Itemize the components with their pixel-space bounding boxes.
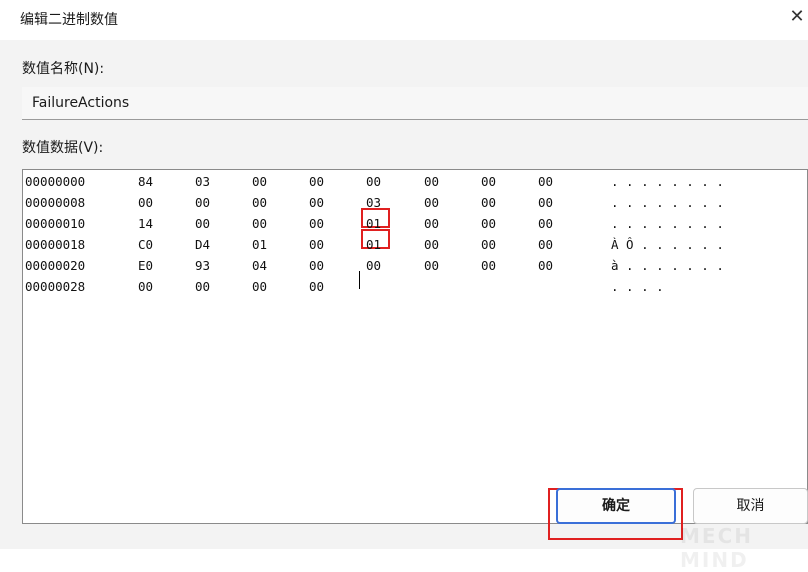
hex-byte: 00 <box>195 216 211 231</box>
hex-byte: 00 <box>366 174 382 189</box>
hex-byte: 00 <box>424 237 440 252</box>
hex-byte: 00 <box>195 195 211 210</box>
hex-byte: 00 <box>538 237 554 252</box>
hex-offset: 00000000 <box>25 174 86 189</box>
hex-row: 00000028 00 00 00 00 . . . . <box>23 279 807 295</box>
hex-byte: 93 <box>195 258 211 273</box>
hex-data-editor[interactable]: 00000000 84 03 00 00 00 00 00 00. . . . . . . .0… <box>22 169 808 524</box>
hex-offset: 00000020 <box>25 258 86 273</box>
hex-byte: 00 <box>424 195 440 210</box>
hex-row: 00000008 00 00 00 00 03 00 00 00 . . . . . . . . <box>23 195 807 211</box>
hex-byte: 01 <box>252 237 268 252</box>
hex-ascii: . . . . . . . . <box>611 195 724 210</box>
hex-byte: 00 <box>309 216 325 231</box>
hex-byte: E0 <box>138 258 154 273</box>
hex-byte: D4 <box>195 237 211 252</box>
hex-byte: 00 <box>309 258 325 273</box>
hex-byte: 04 <box>252 258 268 273</box>
hex-byte: 00 <box>366 258 382 273</box>
close-icon[interactable]: ✕ <box>786 6 808 28</box>
hex-byte: 00 <box>138 279 154 294</box>
hex-byte: 00 <box>481 216 497 231</box>
hex-byte: 00 <box>252 195 268 210</box>
hex-byte: 00 <box>309 237 325 252</box>
watermark-text: MECH MIND <box>680 524 753 572</box>
hex-offset: 00000010 <box>25 216 86 231</box>
hex-byte: 00 <box>309 279 325 294</box>
hex-ascii: . . . . . . . . <box>611 216 724 231</box>
hex-ascii: à . . . . . . . <box>611 258 724 273</box>
hex-byte: 01 <box>366 237 382 252</box>
hex-ascii: À Ô . . . . . . <box>611 237 724 252</box>
hex-byte: 00 <box>138 195 154 210</box>
hex-byte: 00 <box>481 258 497 273</box>
hex-byte: 00 <box>424 174 440 189</box>
hex-byte: 00 <box>309 195 325 210</box>
hex-offset: 00000008 <box>25 195 86 210</box>
hex-byte: 00 <box>481 237 497 252</box>
hex-byte: 00 <box>481 195 497 210</box>
value-data-label: 数值数据(V): <box>22 140 104 156</box>
hex-ascii: . . . . . . . . <box>611 174 724 189</box>
hex-byte: 00 <box>424 258 440 273</box>
hex-byte: 00 <box>195 279 211 294</box>
hex-byte: 00 <box>538 195 554 210</box>
hex-byte: 00 <box>538 174 554 189</box>
hex-row: 00000018 C0 D4 01 00 01 00 00 00 À Ô . . . . . . <box>23 237 807 253</box>
hex-byte: 01 <box>366 216 382 231</box>
hex-byte: 00 <box>481 174 497 189</box>
hex-byte: 84 <box>138 174 154 189</box>
hex-byte: 00 <box>538 216 554 231</box>
value-name-label: 数值名称(N): <box>22 61 105 77</box>
hex-byte: 00 <box>309 174 325 189</box>
hex-offset: 00000028 <box>25 279 86 294</box>
hex-byte: C0 <box>138 237 154 252</box>
dialog-title: 编辑二进制数值 <box>20 12 118 28</box>
hex-offset: 00000018 <box>25 237 86 252</box>
hex-byte: 00 <box>252 216 268 231</box>
hex-byte: 00 <box>252 279 268 294</box>
hex-row: 00000010 14 00 00 00 01 00 00 00 . . . . . . . . <box>23 216 807 232</box>
hex-row: 00000000 84 03 00 00 00 00 00 00. . . . . . . . <box>23 174 807 190</box>
hex-byte: 00 <box>538 258 554 273</box>
hex-byte: 14 <box>138 216 154 231</box>
hex-row: 00000020 E0 93 04 00 00 00 00 00 à . . . . . . . <box>23 258 807 274</box>
hex-byte: 03 <box>366 195 382 210</box>
title-bar: 编辑二进制数值 ✕ <box>0 0 808 40</box>
hex-byte: 00 <box>252 174 268 189</box>
ok-button[interactable]: 确定 <box>556 488 676 524</box>
value-name-field[interactable]: FailureActions <box>22 87 808 120</box>
hex-ascii: . . . . <box>611 279 664 294</box>
hex-byte: 00 <box>424 216 440 231</box>
hex-byte: 03 <box>195 174 211 189</box>
cancel-button[interactable]: 取消 <box>693 488 808 524</box>
dialog-content: 数值名称(N): FailureActions 数值数据(V): 0000000… <box>0 40 808 572</box>
